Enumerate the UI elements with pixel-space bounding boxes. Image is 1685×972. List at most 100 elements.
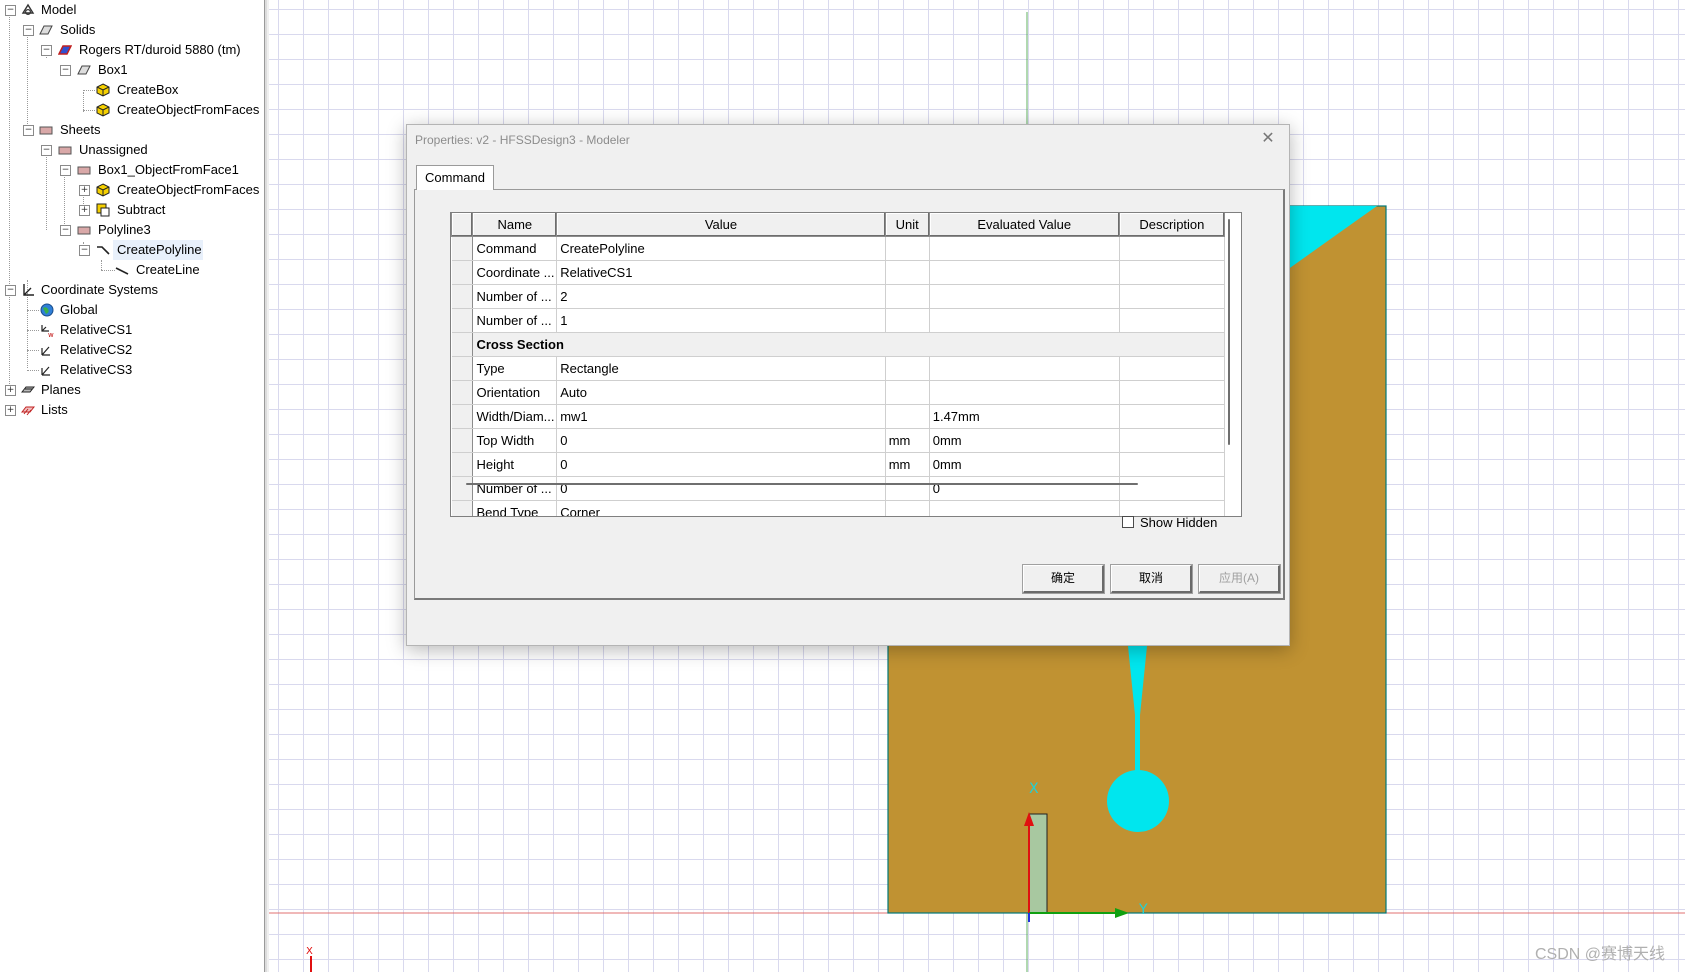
property-row[interactable]: Height 0 mm 0mm [451,452,1226,477]
property-unit-cell[interactable]: mm [885,452,930,477]
property-grid[interactable]: Name Value Unit Evaluated Value Descript… [450,212,1242,517]
feed-line[interactable] [1135,714,1140,774]
horizontal-scrollbar[interactable] [466,483,1138,485]
radial-stub[interactable] [1107,770,1169,832]
property-description-cell[interactable] [1119,308,1226,333]
property-description-cell[interactable] [1119,236,1226,261]
collapse-icon[interactable]: − [5,5,16,16]
tree-item-polyline3[interactable]: − Polyline3 [0,220,264,240]
tree-item-subtract[interactable]: + Subtract [0,200,264,220]
property-value-cell[interactable]: Auto [556,380,886,405]
row-header[interactable] [451,428,474,453]
tree-item-material-rogers[interactable]: − Rogers RT/duroid 5880 (tm) [0,40,264,60]
property-value-cell[interactable]: Corner [556,500,886,516]
tree-item-relativecs2[interactable]: RelativeCS2 [0,340,264,360]
collapse-icon[interactable]: − [41,45,52,56]
property-row[interactable]: Top Width 0 mm 0mm [451,428,1226,453]
property-unit-cell[interactable] [885,380,930,405]
property-section-row[interactable]: Cross Section [451,332,1225,357]
property-row[interactable]: Command CreatePolyline [451,236,1226,261]
property-description-cell[interactable] [1119,356,1226,381]
property-value-cell[interactable]: RelativeCS1 [556,260,886,285]
model-tree-panel[interactable]: − Model − Solids − Rogers RT/duroid 5880… [0,0,265,972]
property-value-cell[interactable]: Rectangle [556,356,886,381]
row-header[interactable] [451,260,474,285]
collapse-icon[interactable]: − [23,25,34,36]
tree-item-coordinate-systems[interactable]: − Coordinate Systems [0,280,264,300]
polyline3-strip[interactable] [1028,813,1048,914]
property-description-cell[interactable] [1119,428,1226,453]
property-row[interactable]: Number of ... 1 [451,308,1226,333]
collapse-icon[interactable]: − [60,165,71,176]
property-unit-cell[interactable]: mm [885,428,930,453]
collapse-icon[interactable]: − [23,125,34,136]
property-unit-cell[interactable] [885,404,930,429]
property-value-cell[interactable]: 0 [556,452,886,477]
column-header-name[interactable]: Name [472,213,558,237]
apply-button[interactable]: 应用(A) [1199,565,1280,593]
property-description-cell[interactable] [1119,284,1226,309]
vertical-scrollbar[interactable] [1228,219,1230,445]
property-value-cell[interactable]: CreatePolyline [556,236,886,261]
property-unit-cell[interactable] [885,260,930,285]
collapse-icon[interactable]: − [5,285,16,296]
cancel-button[interactable]: 取消 [1111,565,1192,593]
property-value-cell[interactable]: 2 [556,284,886,309]
tree-item-createbox[interactable]: CreateBox [0,80,264,100]
collapse-icon[interactable]: − [60,65,71,76]
expand-icon[interactable]: + [79,185,90,196]
column-header-unit[interactable]: Unit [884,213,930,237]
property-description-cell[interactable] [1119,404,1226,429]
tree-item-unassigned[interactable]: − Unassigned [0,140,264,160]
property-row[interactable]: Width/Diam... mw1 1.47mm [451,404,1226,429]
tree-item-model[interactable]: − Model [0,0,264,20]
property-row[interactable]: Coordinate ... RelativeCS1 [451,260,1226,285]
row-header[interactable] [451,308,474,333]
row-header[interactable] [451,500,474,516]
tab-command[interactable]: Command [416,165,494,190]
expand-icon[interactable]: + [5,385,16,396]
property-unit-cell[interactable] [885,236,930,261]
expand-icon[interactable]: + [5,405,16,416]
row-header[interactable] [451,284,474,309]
row-header[interactable] [451,380,474,405]
row-header[interactable] [451,452,474,477]
tree-item-createline[interactable]: CreateLine [0,260,264,280]
column-header-evaluated-value[interactable]: Evaluated Value [928,213,1120,237]
tree-item-relativecs1[interactable]: w RelativeCS1 [0,320,264,340]
tree-item-sheets[interactable]: − Sheets [0,120,264,140]
row-header[interactable] [451,236,474,261]
property-value-cell[interactable]: 0 [556,476,886,501]
tree-item-planes[interactable]: + Planes [0,380,264,400]
tree-item-lists[interactable]: + Lists [0,400,264,420]
property-value-cell[interactable]: 1 [556,308,886,333]
checkbox-box[interactable] [1122,516,1134,528]
tree-item-box1[interactable]: − Box1 [0,60,264,80]
column-header-value[interactable]: Value [556,213,886,237]
property-unit-cell[interactable] [885,500,930,516]
tree-item-global[interactable]: Global [0,300,264,320]
tree-item-createobjectfromfaces-2[interactable]: + CreateObjectFromFaces [0,180,264,200]
collapse-icon[interactable]: − [79,245,90,256]
property-description-cell[interactable] [1119,476,1226,501]
tree-item-relativecs3[interactable]: RelativeCS3 [0,360,264,380]
tree-item-createpolyline[interactable]: − CreatePolyline [0,240,264,260]
property-value-cell[interactable]: 0 [556,428,886,453]
collapse-icon[interactable]: − [60,225,71,236]
property-row[interactable]: Bend Type Corner [451,500,1226,516]
tree-item-box1-objectfromface1[interactable]: − Box1_ObjectFromFace1 [0,160,264,180]
row-header[interactable] [451,356,474,381]
property-description-cell[interactable] [1119,380,1226,405]
row-header[interactable] [451,476,474,501]
property-unit-cell[interactable] [885,476,930,501]
row-header[interactable] [451,332,474,357]
property-description-cell[interactable] [1119,452,1226,477]
property-description-cell[interactable] [1119,260,1226,285]
tree-item-createobjectfromfaces[interactable]: CreateObjectFromFaces [0,100,264,120]
property-value-cell[interactable]: mw1 [556,404,886,429]
property-unit-cell[interactable] [885,356,930,381]
close-icon[interactable]: ✕ [1257,128,1279,150]
property-unit-cell[interactable] [885,284,930,309]
properties-dialog[interactable]: Properties: v2 - HFSSDesign3 - Modeler ✕… [406,124,1290,646]
ok-button[interactable]: 确定 [1023,565,1104,593]
